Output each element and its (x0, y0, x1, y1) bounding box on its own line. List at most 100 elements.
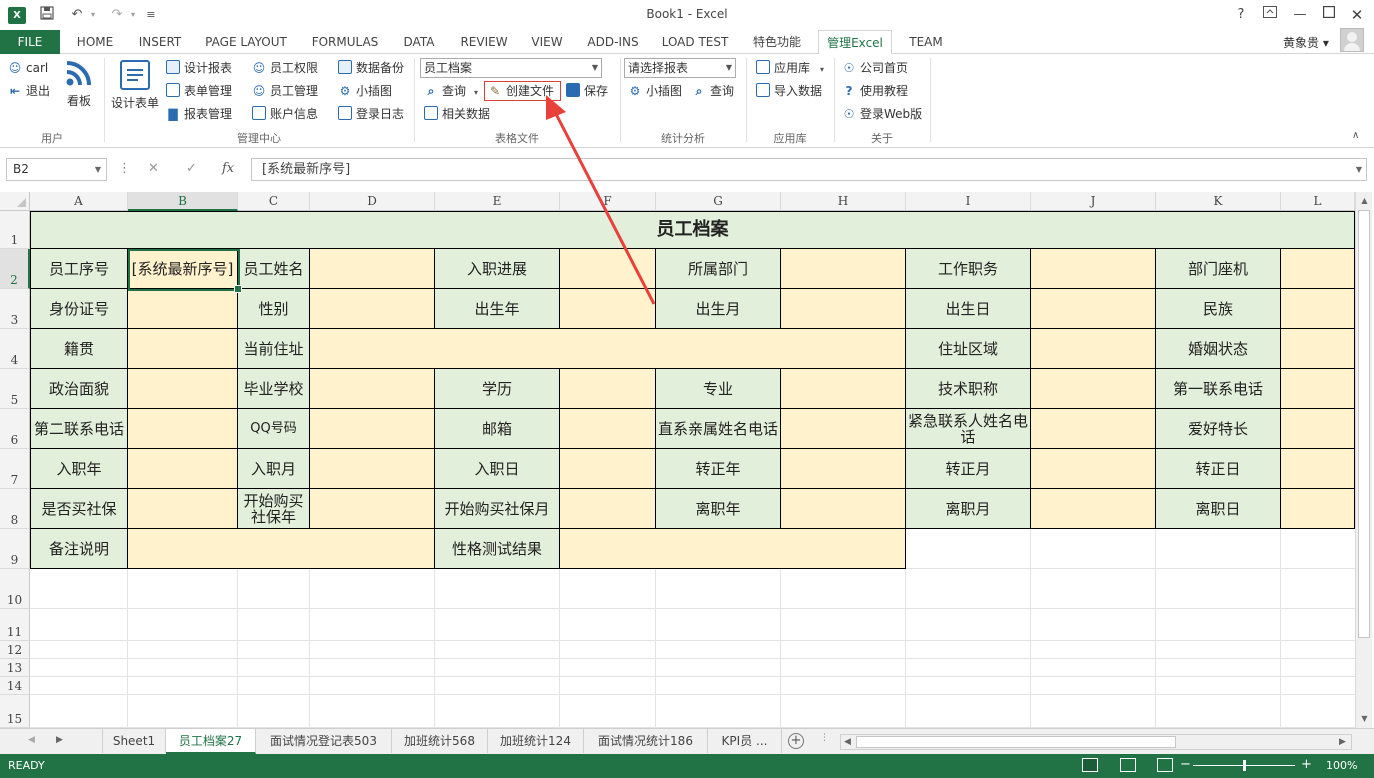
field-label-i4[interactable]: 住址区域 (906, 329, 1031, 369)
field-input-f7[interactable] (560, 449, 656, 489)
row-header-3[interactable]: 3 (0, 289, 30, 329)
form-manage-button[interactable]: 表单管理 (166, 81, 232, 101)
board-button[interactable]: 看板 (62, 58, 96, 109)
small-chart-button[interactable]: ⚙ 小插图 (338, 81, 392, 101)
field-input-d4[interactable] (310, 329, 906, 369)
field-label-g7[interactable]: 转正年 (656, 449, 781, 489)
field-label-a9[interactable]: 备注说明 (30, 529, 128, 569)
field-label-a3[interactable]: 身份证号 (30, 289, 128, 329)
vertical-scroll-thumb[interactable] (1358, 210, 1370, 638)
field-label-a6[interactable]: 第二联系电话 (30, 409, 128, 449)
sheet-tab-overtime-568[interactable]: 加班统计568 (392, 729, 488, 753)
tab-formulas[interactable]: FORMULAS (304, 30, 386, 54)
scroll-right-icon[interactable]: ▶ (1339, 737, 1346, 747)
undo-icon[interactable]: ↶ (68, 6, 86, 24)
tab-team[interactable]: TEAM (900, 30, 952, 54)
more-options-icon[interactable]: ⋮ (118, 161, 131, 176)
sheet-tab-interview-register[interactable]: 面试情况登记表503 (256, 729, 392, 753)
add-sheet-button[interactable]: + (788, 733, 804, 749)
field-input-b3[interactable] (128, 289, 238, 329)
field-input-d6[interactable] (310, 409, 435, 449)
company-home-button[interactable]: ☉ 公司首页 (842, 58, 908, 78)
expand-formula-icon[interactable]: ▼ (1356, 159, 1362, 180)
prev-sheet-icon[interactable]: ◀ (28, 735, 35, 745)
field-input-d3[interactable] (310, 289, 435, 329)
field-input-f5[interactable] (560, 369, 656, 409)
sheet-tab-kpi[interactable]: KPI员 ... (708, 729, 782, 753)
tab-data[interactable]: DATA (394, 30, 444, 54)
row-header-9[interactable]: 9 (0, 529, 30, 569)
field-label-e3[interactable]: 出生年 (435, 289, 560, 329)
field-input-j4[interactable] (1031, 329, 1156, 369)
field-input-d5[interactable] (310, 369, 435, 409)
horizontal-scrollbar[interactable]: ◀ ▶ (840, 734, 1352, 750)
save-icon[interactable] (38, 6, 56, 24)
form-title[interactable]: 员工档案 (30, 211, 1355, 249)
sheet-tab-sheet1[interactable]: Sheet1 (102, 729, 166, 753)
field-input-j3[interactable] (1031, 289, 1156, 329)
column-header-d[interactable]: D (310, 192, 435, 211)
row-header-11[interactable]: 11 (0, 609, 30, 641)
field-input-l3[interactable] (1281, 289, 1355, 329)
emp-perm-button[interactable]: ☺ 员工权限 (252, 58, 318, 78)
import-data-button[interactable]: 导入数据 (756, 81, 822, 101)
field-input-b8[interactable] (128, 489, 238, 529)
column-header-i[interactable]: I (906, 192, 1031, 211)
save-file-button[interactable]: 保存 (566, 81, 608, 101)
next-sheet-icon[interactable]: ▶ (56, 735, 63, 745)
field-input-f8[interactable] (560, 489, 656, 529)
normal-view-icon[interactable] (1082, 758, 1098, 772)
minimize-icon[interactable]: — (1288, 4, 1312, 26)
column-header-f[interactable]: F (560, 192, 656, 211)
field-label-i5[interactable]: 技术职称 (906, 369, 1031, 409)
insert-function-icon[interactable]: fx (222, 161, 234, 176)
field-input-l5[interactable] (1281, 369, 1355, 409)
field-label-a7[interactable]: 入职年 (30, 449, 128, 489)
stats-small-chart-button[interactable]: ⚙ 小插图 (628, 81, 682, 101)
column-header-b[interactable]: B (128, 192, 238, 211)
field-label-g6[interactable]: 直系亲属姓名电话 (656, 409, 781, 449)
name-box[interactable]: B2 ▼ (6, 158, 107, 181)
app-store-button[interactable]: 应用库 ▾ (756, 58, 824, 78)
field-label-a8[interactable]: 是否买社保 (30, 489, 128, 529)
page-layout-view-icon[interactable] (1120, 758, 1136, 772)
tutorial-button[interactable]: ? 使用教程 (842, 81, 909, 101)
field-label-c7[interactable]: 入职月 (238, 449, 310, 489)
field-input-f6[interactable] (560, 409, 656, 449)
column-header-c[interactable]: C (238, 192, 310, 211)
field-label-c3[interactable]: 性别 (238, 289, 310, 329)
column-header-l[interactable]: L (1281, 192, 1355, 211)
zoom-in-icon[interactable]: + (1301, 757, 1312, 772)
field-label-e6[interactable]: 邮箱 (435, 409, 560, 449)
emp-manage-button[interactable]: ☺ 员工管理 (252, 81, 318, 101)
excel-app-icon[interactable]: X (8, 7, 26, 24)
sheet-tab-employee-file[interactable]: 员工档案27 (166, 729, 256, 754)
help-button[interactable]: ? (1229, 4, 1253, 26)
account-info-button[interactable]: 账户信息 (252, 104, 318, 124)
field-label-k8[interactable]: 离职日 (1156, 489, 1281, 529)
design-report-button[interactable]: 设计报表 (166, 58, 232, 78)
field-input-f3[interactable] (560, 289, 656, 329)
data-backup-button[interactable]: 数据备份 (338, 58, 404, 78)
field-input-h8[interactable] (781, 489, 906, 529)
tab-file[interactable]: FILE (0, 30, 60, 54)
signed-in-user[interactable]: 黄象贵 ▾ (1283, 34, 1329, 51)
row-header-4[interactable]: 4 (0, 329, 30, 369)
field-input-l6[interactable] (1281, 409, 1355, 449)
field-input-l2[interactable] (1281, 249, 1355, 289)
column-header-k[interactable]: K (1156, 192, 1281, 211)
close-icon[interactable]: ✕ (1345, 4, 1369, 26)
scroll-up-icon[interactable]: ▲ (1356, 196, 1373, 205)
field-label-k7[interactable]: 转正日 (1156, 449, 1281, 489)
tab-page-layout[interactable]: PAGE LAYOUT (198, 30, 294, 54)
row-header-8[interactable]: 8 (0, 489, 30, 529)
field-label-e9[interactable]: 性格测试结果 (435, 529, 560, 569)
report-select[interactable]: 请选择报表 ▼ (624, 58, 736, 78)
tab-load-test[interactable]: LOAD TEST (656, 30, 734, 54)
formula-input[interactable]: [系统最新序号] ▼ (251, 158, 1367, 181)
field-label-a5[interactable]: 政治面貌 (30, 369, 128, 409)
scroll-left-icon[interactable]: ◀ (844, 737, 851, 747)
confirm-entry-icon[interactable]: ✓ (186, 161, 197, 176)
field-label-e8[interactable]: 开始购买社保月 (435, 489, 560, 529)
field-input-j2[interactable] (1031, 249, 1156, 289)
